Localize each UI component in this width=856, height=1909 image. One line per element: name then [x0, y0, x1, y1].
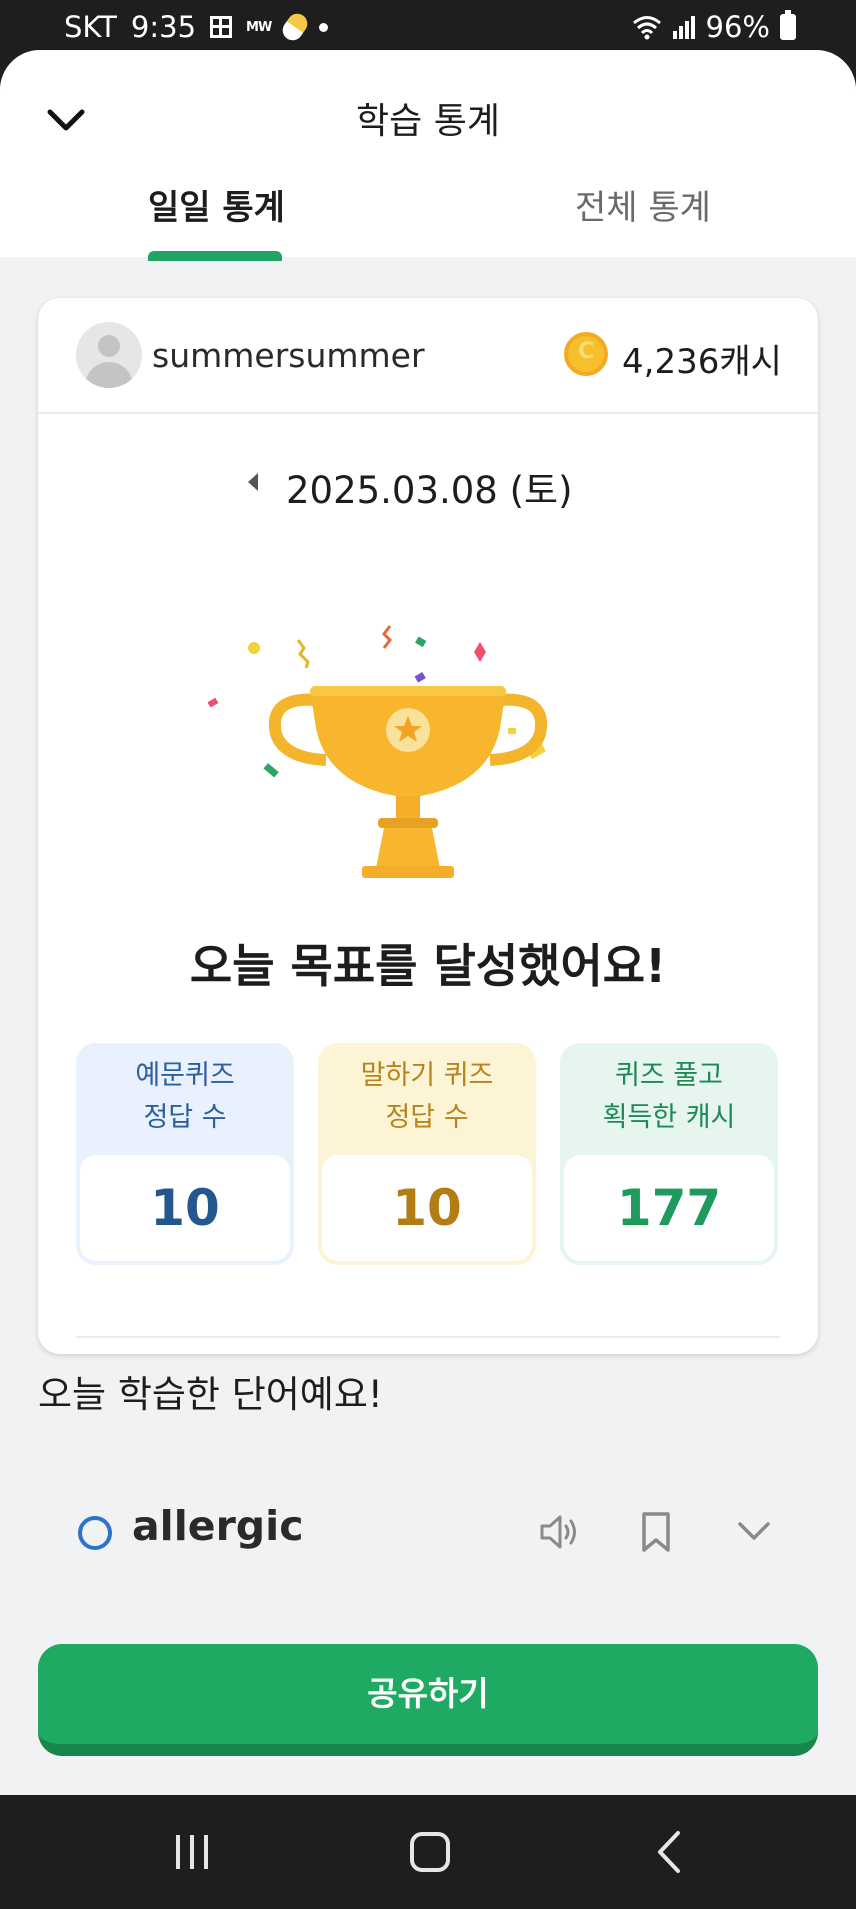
- avatar-head: [98, 335, 120, 357]
- app-panel: 학습 통계 일일 통계 전체 통계 summersummer 4,236캐시 2…: [0, 50, 856, 1795]
- battery-icon: [780, 10, 796, 40]
- wifi-icon: [632, 16, 661, 40]
- avatar-body: [85, 362, 133, 388]
- status-bar: SKT 9:35 MW 96%: [0, 0, 856, 50]
- notification-dot-icon: [319, 22, 329, 32]
- stat-label-line1: 예문퀴즈: [135, 1060, 235, 1091]
- header: 학습 통계 일일 통계 전체 통계: [0, 50, 856, 261]
- battery-percent: 96%: [705, 10, 770, 44]
- grid-icon: [210, 16, 233, 38]
- signal-icon: [672, 16, 695, 39]
- learned-words-title: 오늘 학습한 단어예요!: [38, 1373, 383, 1416]
- date-label: 2025.03.08 (토): [286, 469, 573, 512]
- share-button[interactable]: 공유하기: [38, 1644, 818, 1756]
- word-row[interactable]: allergic: [38, 1494, 818, 1574]
- speaker-icon[interactable]: [538, 1512, 582, 1552]
- stat-speaking-quiz: 말하기 퀴즈 정답 수 10: [318, 1043, 536, 1265]
- bookmark-icon[interactable]: [638, 1510, 674, 1554]
- stat-value: 10: [322, 1155, 532, 1261]
- tab-bar: 일일 통계 전체 통계: [0, 180, 856, 261]
- home-icon[interactable]: [400, 1825, 460, 1879]
- date-row: 2025.03.08 (토): [38, 458, 818, 512]
- page-title: 학습 통계: [356, 101, 500, 142]
- stat-label-line2: 정답 수: [385, 1102, 469, 1133]
- stat-label-line1: 말하기 퀴즈: [360, 1060, 494, 1091]
- stats-card: summersummer 4,236캐시 2025.03.08 (토): [38, 298, 818, 1354]
- avatar: [76, 322, 142, 388]
- status-right: 96%: [632, 10, 796, 44]
- tab-daily-stats[interactable]: 일일 통계: [148, 180, 285, 229]
- achievement-message: 오늘 목표를 달성했어요!: [189, 939, 667, 993]
- active-tab-indicator: [148, 251, 282, 261]
- pill-icon: [279, 9, 312, 45]
- clock: 9:35: [130, 10, 197, 44]
- cash-balance: 4,236캐시: [622, 342, 782, 382]
- stat-value: 10: [80, 1155, 290, 1261]
- stat-sentence-quiz: 예문퀴즈 정답 수 10: [76, 1043, 294, 1265]
- trophy-icon: [208, 625, 548, 878]
- stat-label: 퀴즈 풀고 획득한 캐시: [560, 1043, 778, 1155]
- back-icon[interactable]: [640, 1825, 700, 1879]
- word-text: allergic: [132, 1502, 304, 1550]
- word-status-circle-icon[interactable]: [78, 1516, 112, 1550]
- chevron-down-icon[interactable]: [734, 1516, 774, 1546]
- mw-icon: MW: [246, 19, 272, 35]
- stat-value: 177: [564, 1155, 774, 1261]
- stat-label-line2: 획득한 캐시: [602, 1102, 736, 1133]
- nav-bar: [0, 1795, 856, 1909]
- carrier-label: SKT: [64, 10, 117, 44]
- stat-label-line1: 퀴즈 풀고: [615, 1060, 723, 1091]
- coin-icon: [564, 332, 608, 376]
- previous-date-icon[interactable]: [248, 473, 258, 491]
- stat-earned-cash: 퀴즈 풀고 획득한 캐시 177: [560, 1043, 778, 1265]
- recent-apps-icon[interactable]: [162, 1825, 222, 1879]
- divider: [76, 1336, 780, 1338]
- stat-label: 예문퀴즈 정답 수: [76, 1043, 294, 1155]
- tab-total-stats[interactable]: 전체 통계: [575, 180, 711, 229]
- stat-label-line2: 정답 수: [143, 1102, 227, 1133]
- user-row: summersummer 4,236캐시: [38, 298, 818, 414]
- username: summersummer: [152, 336, 425, 375]
- status-left: SKT 9:35 MW: [64, 9, 329, 45]
- stat-label: 말하기 퀴즈 정답 수: [318, 1043, 536, 1155]
